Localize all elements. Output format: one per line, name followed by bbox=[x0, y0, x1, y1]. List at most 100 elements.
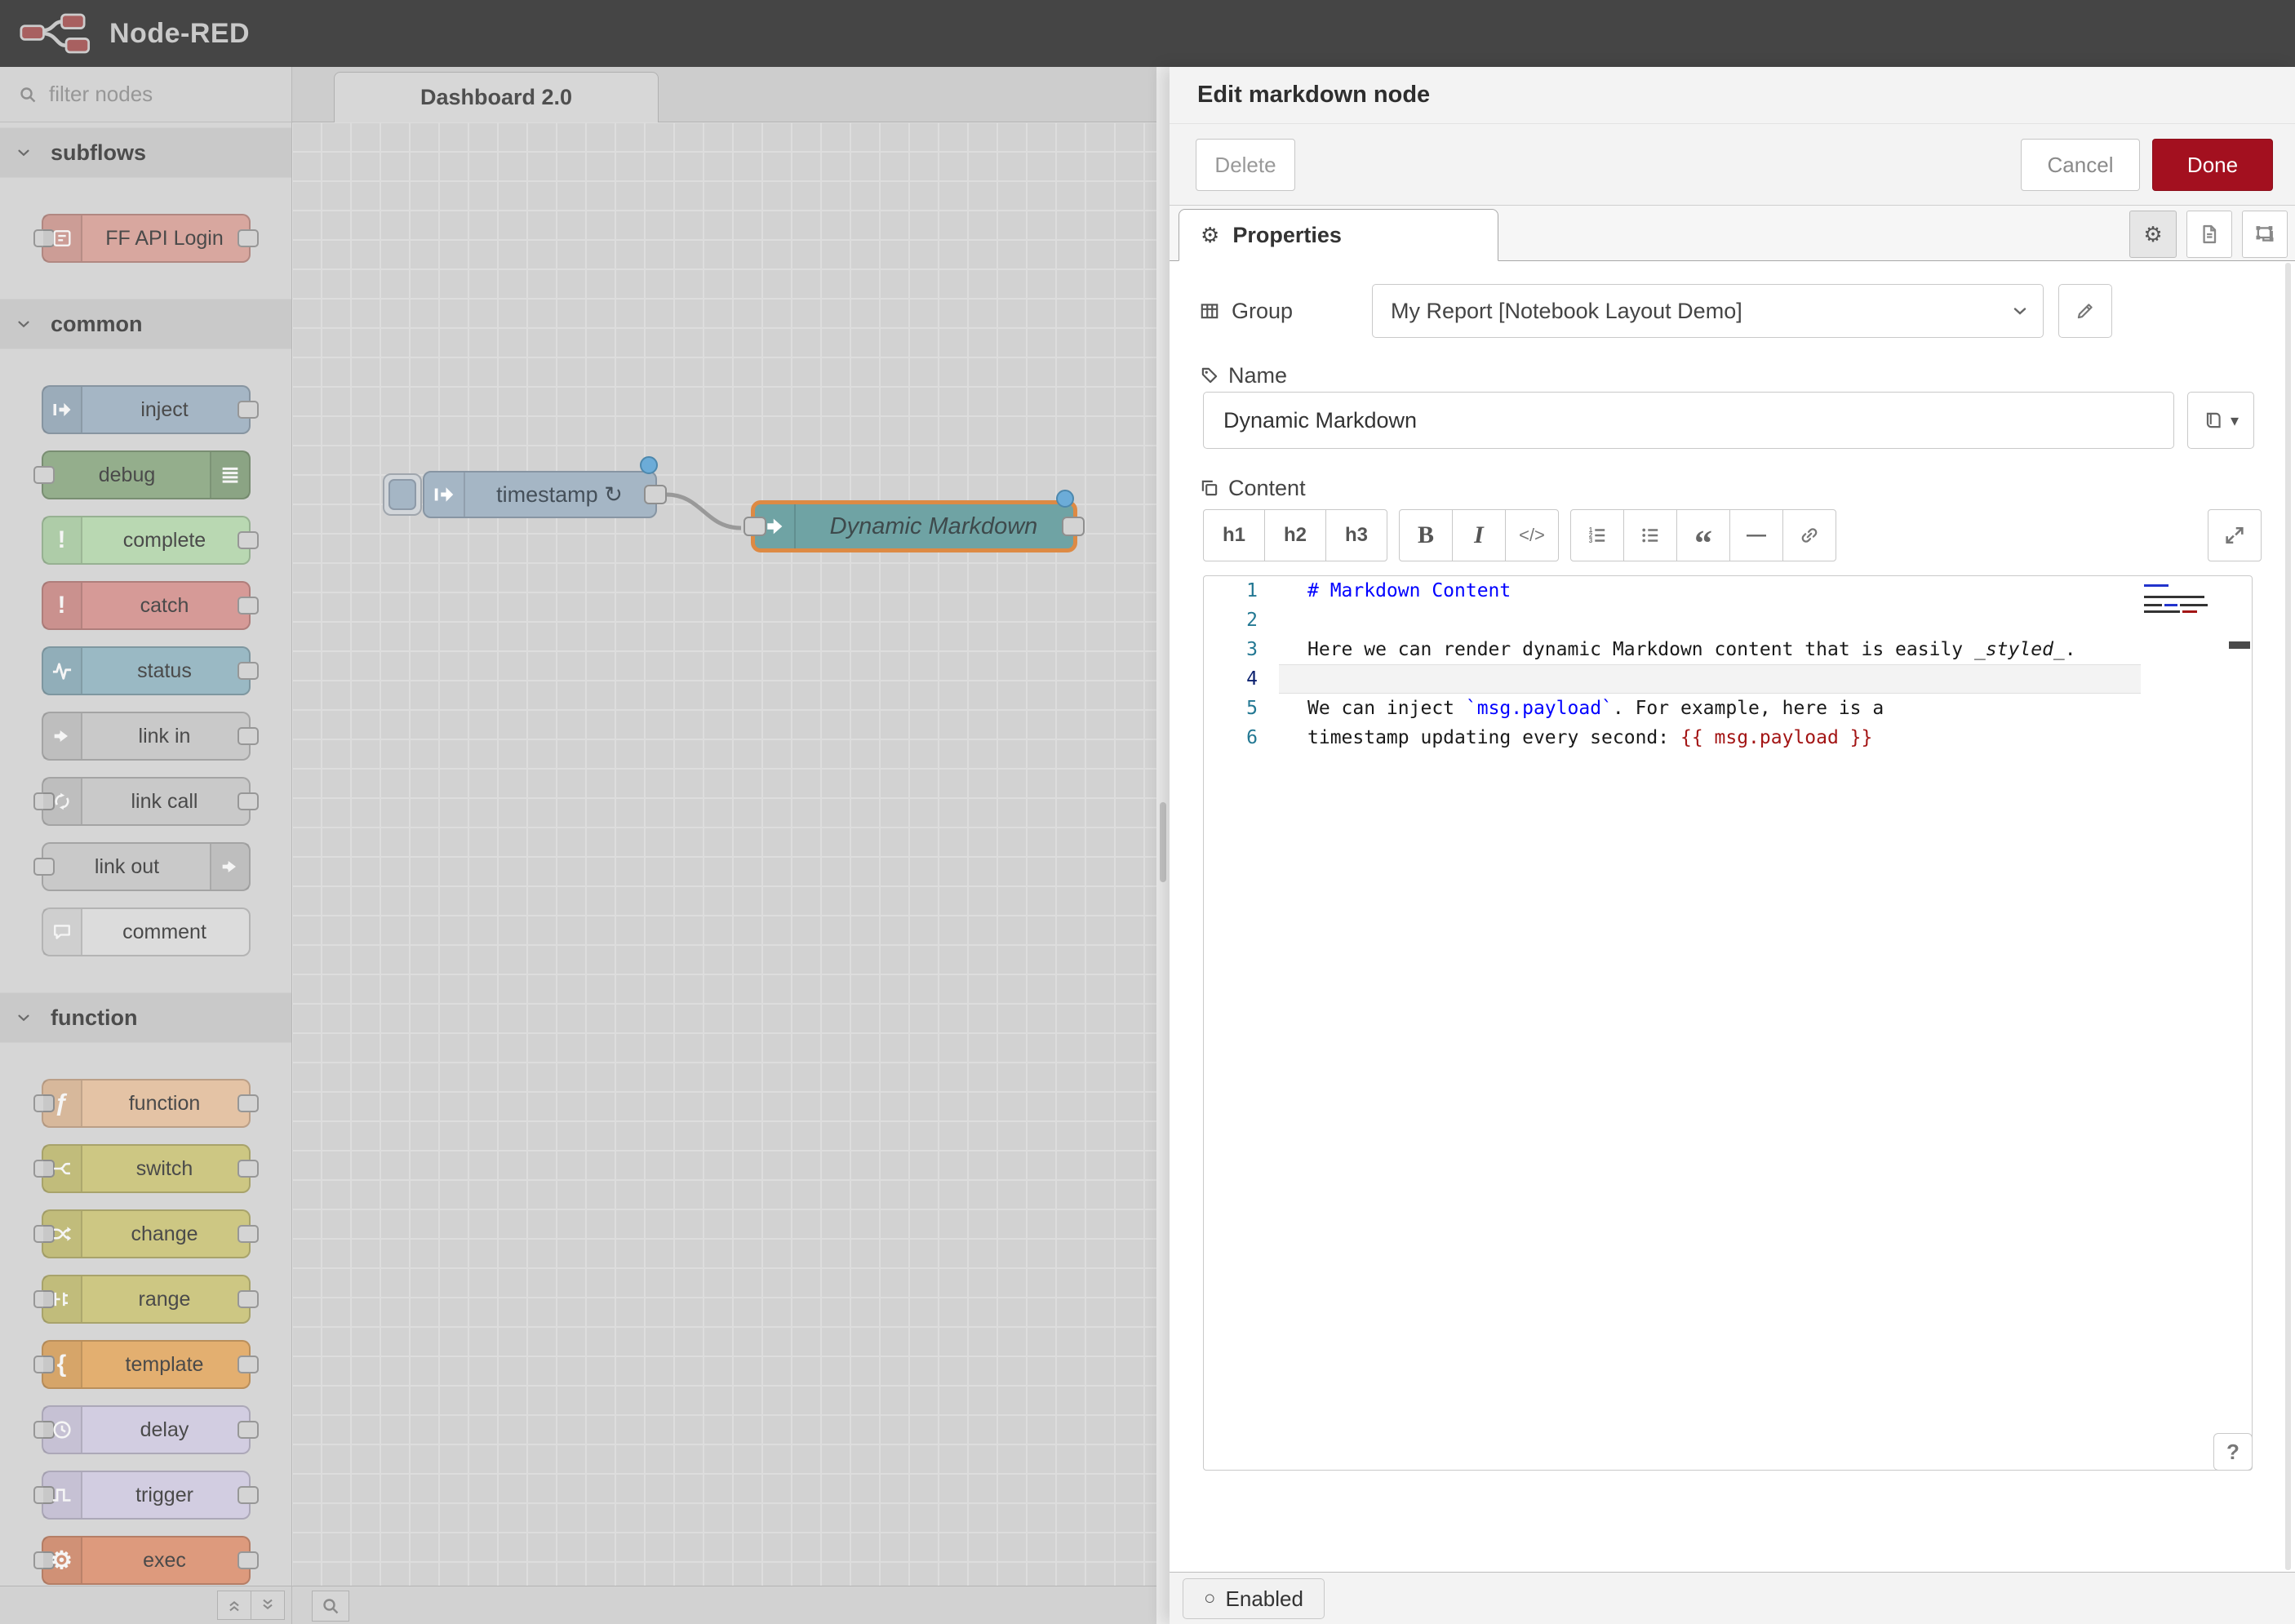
palette-node-trigger[interactable]: trigger bbox=[42, 1471, 251, 1520]
comment-icon bbox=[51, 921, 73, 943]
tab-dashboard-2[interactable]: Dashboard 2.0 bbox=[334, 72, 659, 122]
palette-footer bbox=[0, 1586, 291, 1624]
properties-tab-button[interactable]: ⚙ bbox=[2129, 211, 2177, 258]
markdown-editor[interactable]: 1# Markdown Content23Here we can render … bbox=[1203, 575, 2253, 1471]
appearance-tab-button[interactable] bbox=[2242, 211, 2288, 258]
palette-node-change[interactable]: change bbox=[42, 1209, 251, 1258]
editor-line: 2 bbox=[1204, 606, 2252, 635]
palette-node-complete[interactable]: !complete bbox=[42, 516, 251, 565]
content-label: Content bbox=[1228, 470, 1306, 506]
palette-node-label: FF API Login bbox=[81, 215, 249, 261]
bold-button[interactable]: B bbox=[1399, 509, 1453, 561]
output-port[interactable] bbox=[644, 485, 667, 504]
dialog-scrollbar[interactable] bbox=[2285, 263, 2291, 1570]
markdown-toolbar: h1h2h3BI</> “— bbox=[1203, 509, 1836, 561]
inject-trigger-button[interactable] bbox=[383, 473, 422, 516]
palette-node-template[interactable]: {template bbox=[42, 1340, 251, 1389]
palette-node-comment[interactable]: comment bbox=[42, 907, 251, 956]
inject-icon bbox=[43, 387, 82, 433]
palette-node-inject[interactable]: inject bbox=[42, 385, 251, 434]
palette-sections: subflows FF API Login common inject debug !co… bbox=[0, 122, 291, 1586]
scrollbar-thumb[interactable] bbox=[1160, 802, 1166, 882]
output-port[interactable] bbox=[1062, 517, 1085, 536]
italic-button[interactable]: I bbox=[1452, 509, 1506, 561]
function-icon: ƒ bbox=[43, 1080, 82, 1126]
code-button[interactable]: </> bbox=[1505, 509, 1559, 561]
link-button[interactable] bbox=[1782, 509, 1836, 561]
description-tab-button[interactable] bbox=[2186, 211, 2232, 258]
chevron-down-icon bbox=[15, 315, 33, 333]
expand-editor-button[interactable] bbox=[2208, 509, 2262, 561]
panel-separator[interactable] bbox=[1156, 67, 1170, 1624]
square-icon bbox=[51, 1484, 73, 1506]
palette-search[interactable] bbox=[0, 67, 291, 122]
palette-search-input[interactable] bbox=[47, 81, 255, 108]
palette-node-switch[interactable]: switch bbox=[42, 1144, 251, 1193]
expand-all-button[interactable] bbox=[251, 1591, 285, 1620]
delay-icon bbox=[43, 1407, 82, 1453]
node-red-app: Node-RED subflowsFF API Logincommoninjec… bbox=[0, 0, 2295, 1624]
palette-node-catch[interactable]: !catch bbox=[42, 581, 251, 630]
edit-group-button[interactable] bbox=[2058, 284, 2112, 338]
palette-category-function[interactable]: function bbox=[0, 992, 291, 1043]
enabled-toggle[interactable]: ○ Enabled bbox=[1183, 1578, 1325, 1619]
tab-label: Dashboard 2.0 bbox=[420, 85, 572, 110]
palette-node-label: range bbox=[81, 1276, 249, 1322]
palette-node-status[interactable]: status bbox=[42, 646, 251, 695]
flow-canvas[interactable]: timestamp ↻ Dynamic Markdown bbox=[292, 122, 1156, 1624]
status-icon bbox=[43, 648, 82, 694]
chevron-double-up-icon bbox=[225, 1596, 243, 1614]
palette-node-exec[interactable]: ⚙exec bbox=[42, 1536, 251, 1585]
palette-node-label: function bbox=[81, 1080, 249, 1126]
category-label: common bbox=[51, 312, 143, 337]
ordered-list-button[interactable] bbox=[1570, 509, 1624, 561]
name-options-button[interactable]: ▾ bbox=[2187, 392, 2254, 449]
tab-properties[interactable]: ⚙ Properties bbox=[1179, 209, 1498, 261]
cancel-button[interactable]: Cancel bbox=[2021, 139, 2140, 191]
dialog-action-bar: Delete Cancel Done bbox=[1170, 124, 2295, 206]
name-input[interactable] bbox=[1203, 392, 2174, 449]
palette-node-delay[interactable]: delay bbox=[42, 1405, 251, 1454]
help-button[interactable]: ? bbox=[2213, 1433, 2253, 1471]
palette-category-subflows[interactable]: subflows bbox=[0, 127, 291, 178]
palette-node-label: trigger bbox=[81, 1472, 249, 1518]
horizontal-rule-button[interactable]: — bbox=[1729, 509, 1783, 561]
palette-node-range[interactable]: range bbox=[42, 1275, 251, 1324]
wire[interactable] bbox=[292, 122, 1156, 1624]
input-port[interactable] bbox=[744, 517, 766, 536]
editor-lines: 1# Markdown Content23Here we can render … bbox=[1204, 576, 2252, 1470]
palette-node-link-out[interactable]: link out bbox=[42, 842, 251, 891]
h1-button[interactable]: h1 bbox=[1203, 509, 1265, 561]
group-select[interactable]: My Report [Notebook Layout Demo] bbox=[1372, 284, 2044, 338]
palette-node-label: catch bbox=[81, 583, 249, 628]
palette-node-label: switch bbox=[81, 1146, 249, 1191]
unordered-list-button[interactable] bbox=[1623, 509, 1677, 561]
flow-node-dynamic-markdown[interactable]: Dynamic Markdown bbox=[751, 500, 1077, 552]
palette-node-label: link call bbox=[81, 779, 249, 824]
editor-minimap[interactable] bbox=[2141, 579, 2222, 702]
collapse-all-button[interactable] bbox=[217, 1591, 251, 1620]
delete-button[interactable]: Delete bbox=[1196, 139, 1295, 191]
quote-button[interactable]: “ bbox=[1676, 509, 1730, 561]
pencil-icon bbox=[2075, 300, 2096, 322]
flow-node-timestamp[interactable]: timestamp ↻ bbox=[423, 471, 657, 518]
comment-icon bbox=[43, 909, 82, 955]
palette-node-debug[interactable]: debug bbox=[42, 450, 251, 499]
done-button[interactable]: Done bbox=[2152, 139, 2273, 191]
canvas-search-button[interactable] bbox=[312, 1591, 349, 1622]
palette-node-link-call[interactable]: link call bbox=[42, 777, 251, 826]
editor-line: 3Here we can render dynamic Markdown con… bbox=[1204, 635, 2252, 664]
h2-button[interactable]: h2 bbox=[1264, 509, 1326, 561]
pulse-icon bbox=[51, 659, 73, 682]
palette-node-ff-api-login[interactable]: FF API Login bbox=[42, 214, 251, 263]
unsaved-changes-dot bbox=[640, 456, 658, 474]
workspace-tabbar: Dashboard 2.0 bbox=[292, 67, 1156, 122]
range-icon bbox=[51, 1288, 73, 1311]
template-icon: { bbox=[43, 1342, 82, 1387]
palette-category-common[interactable]: common bbox=[0, 299, 291, 349]
palette-node-link-in[interactable]: link in bbox=[42, 712, 251, 761]
palette-node-function[interactable]: ƒfunction bbox=[42, 1079, 251, 1128]
change-icon bbox=[43, 1211, 82, 1257]
dialog-footer: ○ Enabled bbox=[1170, 1572, 2295, 1624]
h3-button[interactable]: h3 bbox=[1325, 509, 1387, 561]
